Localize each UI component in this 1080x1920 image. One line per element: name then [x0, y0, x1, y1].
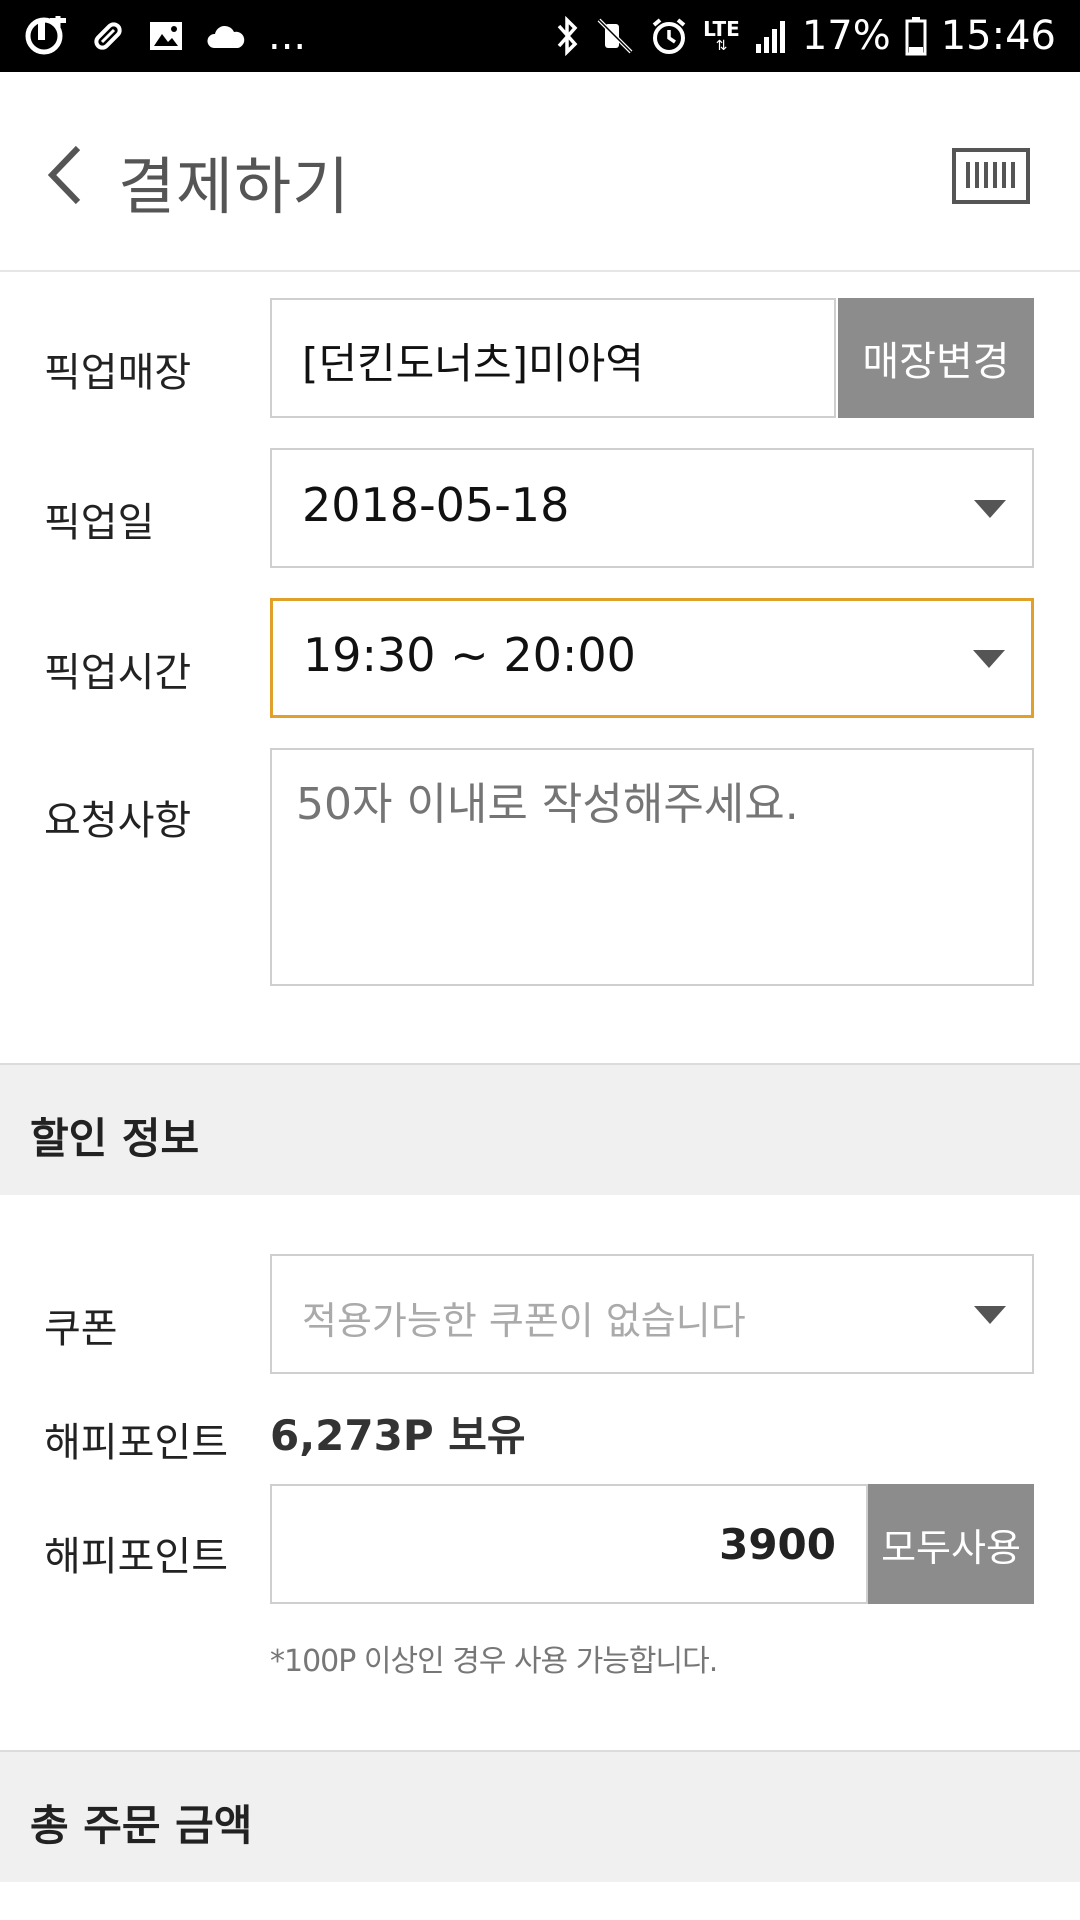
pill-icon: [90, 18, 126, 54]
coupon-label: 쿠폰: [44, 1306, 118, 1352]
battery-percent: 17%: [801, 13, 891, 59]
mute-icon: [595, 16, 635, 56]
coupon-select[interactable]: 적용가능한 쿠폰이 없습니다: [270, 1254, 1034, 1374]
pickup-time-label: 픽업시간: [44, 650, 192, 696]
chevron-down-icon: [974, 1306, 1006, 1324]
status-overflow-text: ...: [268, 13, 307, 59]
total-section-header: 총 주문 금액: [0, 1750, 1080, 1882]
chevron-down-icon: [974, 500, 1006, 518]
barcode-button[interactable]: [952, 148, 1030, 204]
happy-point-input[interactable]: [270, 1484, 868, 1604]
cloud-icon: [206, 22, 246, 50]
image-icon: [148, 20, 184, 52]
status-bar: ... LTE ⇅ 17% 15:46: [0, 0, 1080, 72]
pickup-time-value: 19:30 ~ 20:00: [303, 628, 636, 682]
signal-icon: [754, 18, 788, 54]
alarm-icon: [649, 16, 689, 56]
pickup-date-value: 2018-05-18: [302, 478, 570, 532]
use-all-points-button[interactable]: 모두사용: [868, 1484, 1034, 1604]
request-label: 요청사항: [44, 798, 192, 844]
pickup-date-label: 픽업일: [44, 500, 155, 546]
pickup-time-select[interactable]: 19:30 ~ 20:00: [270, 598, 1034, 718]
happy-point-label: 해피포인트: [44, 1420, 228, 1466]
points-note: *100P 이상인 경우 사용 가능합니다.: [270, 1644, 718, 1679]
back-button[interactable]: [40, 140, 100, 210]
happy-point-balance: 6,273P 보유: [270, 1411, 526, 1460]
pickup-date-select[interactable]: 2018-05-18: [270, 448, 1034, 568]
total-section-title: 총 주문 금액: [30, 1801, 253, 1850]
chevron-down-icon: [973, 650, 1005, 668]
pickup-store-value: [던킨도너츠]미아역: [302, 339, 644, 388]
clock-time: 15:46: [940, 13, 1056, 59]
bluetooth-icon: [555, 16, 581, 56]
app-header: 결제하기: [0, 72, 1080, 272]
pickup-store-field: [던킨도너츠]미아역: [270, 298, 836, 418]
battery-icon: [905, 16, 927, 56]
discount-section-header: 할인 정보: [0, 1063, 1080, 1195]
u-plus-icon: [24, 16, 68, 56]
coupon-placeholder: 적용가능한 쿠폰이 없습니다: [302, 1299, 746, 1343]
lte-icon: LTE ⇅: [703, 17, 740, 54]
request-textarea[interactable]: [270, 748, 1034, 986]
discount-section-title: 할인 정보: [30, 1114, 200, 1163]
pickup-store-label: 픽업매장: [44, 350, 192, 396]
happy-point-input-label: 해피포인트: [44, 1534, 228, 1580]
chevron-left-icon: [47, 145, 81, 205]
change-store-button[interactable]: 매장변경: [838, 298, 1034, 418]
barcode-icon: [952, 148, 1030, 204]
page-title: 결제하기: [118, 150, 351, 223]
